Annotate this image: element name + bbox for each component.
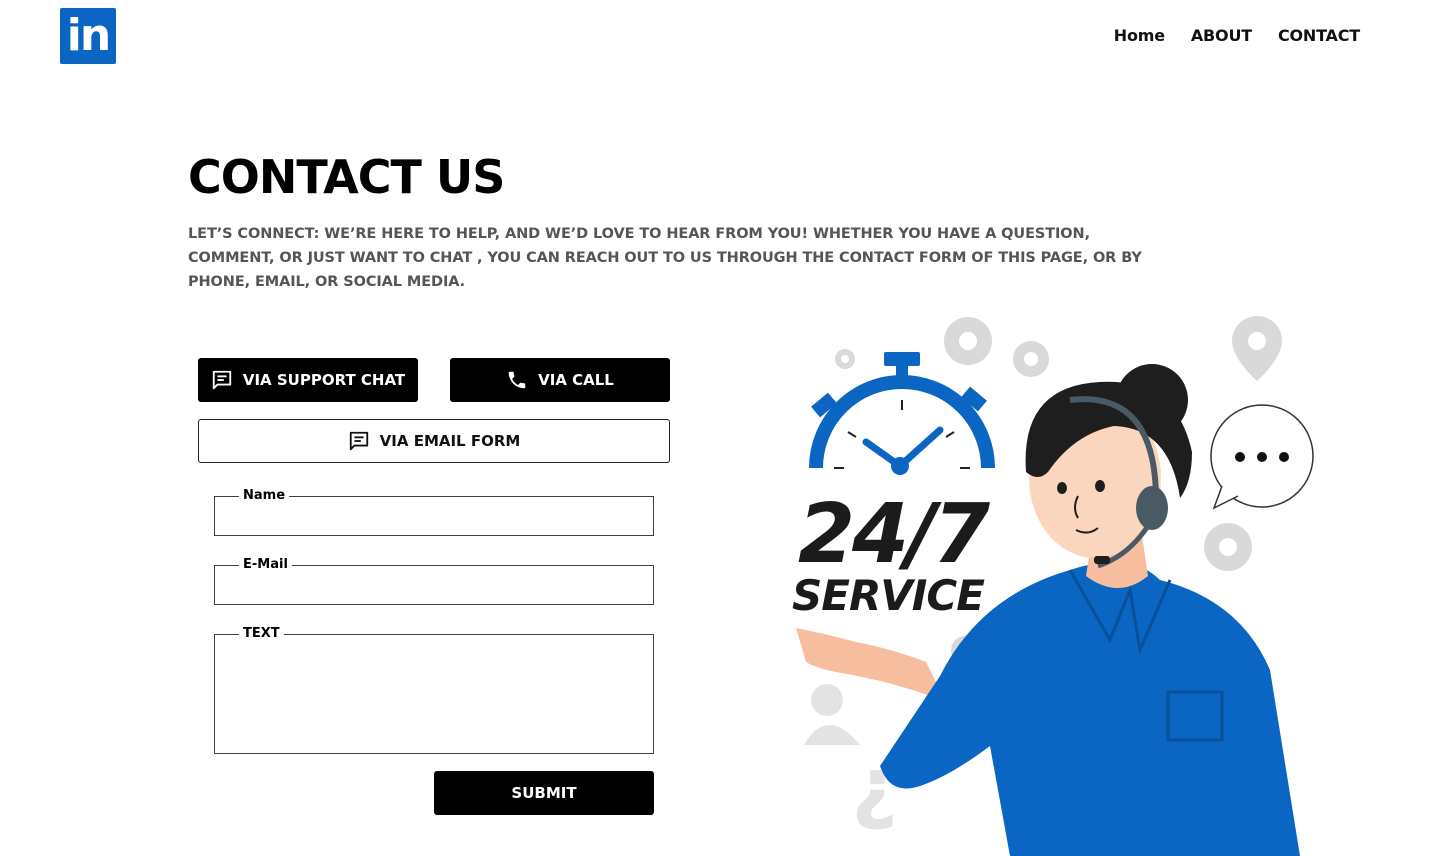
gear-icon [1013,341,1049,377]
logo-text: in [66,10,111,61]
intro-text: LET’S CONNECT: WE’RE HERE TO HELP, AND W… [188,226,1142,290]
stopwatch-icon [809,352,995,475]
phone-icon [508,371,526,389]
text-label: TEXT [239,626,284,641]
name-label: Name [239,488,290,503]
main-nav: Home ABOUT CONTACT [1114,26,1360,45]
chat-icon [349,431,368,451]
support-chat-button[interactable]: VIA SUPPORT CHAT [198,358,418,402]
badge-service: SERVICE [792,571,985,620]
email-form-button[interactable]: VIA EMAIL FORM [198,419,670,463]
name-input[interactable] [225,503,643,529]
email-label: E-Mail [239,557,292,572]
gear-icon [1204,523,1252,571]
nav-contact-link[interactable]: CONTACT [1278,26,1360,45]
badge-24-7: 24/7 [798,487,990,582]
email-input[interactable] [225,572,643,598]
customer-service-illustration: ? 24/7 SERVICE [792,316,1314,856]
speech-bubble-icon [1210,404,1314,510]
message-field: TEXT [214,626,654,754]
submit-button[interactable]: SUBMIT [434,771,654,815]
call-button[interactable]: VIA CALL [450,358,670,402]
support-chat-label: VIA SUPPORT CHAT [242,371,406,389]
page-title: CONTACT US [188,150,505,204]
email-field: E-Mail [214,557,654,605]
message-textarea[interactable] [225,641,643,747]
chat-icon [212,370,232,390]
name-field: Name [214,488,654,536]
linkedin-logo[interactable]: in [60,8,116,64]
user-icon [804,684,860,745]
nav-home-link[interactable]: Home [1114,26,1165,45]
gear-icon [944,317,992,365]
email-form-label: VIA EMAIL FORM [379,432,521,450]
call-label: VIA CALL [538,371,614,389]
nav-about-link[interactable]: ABOUT [1191,26,1252,45]
gear-icon [835,349,855,369]
